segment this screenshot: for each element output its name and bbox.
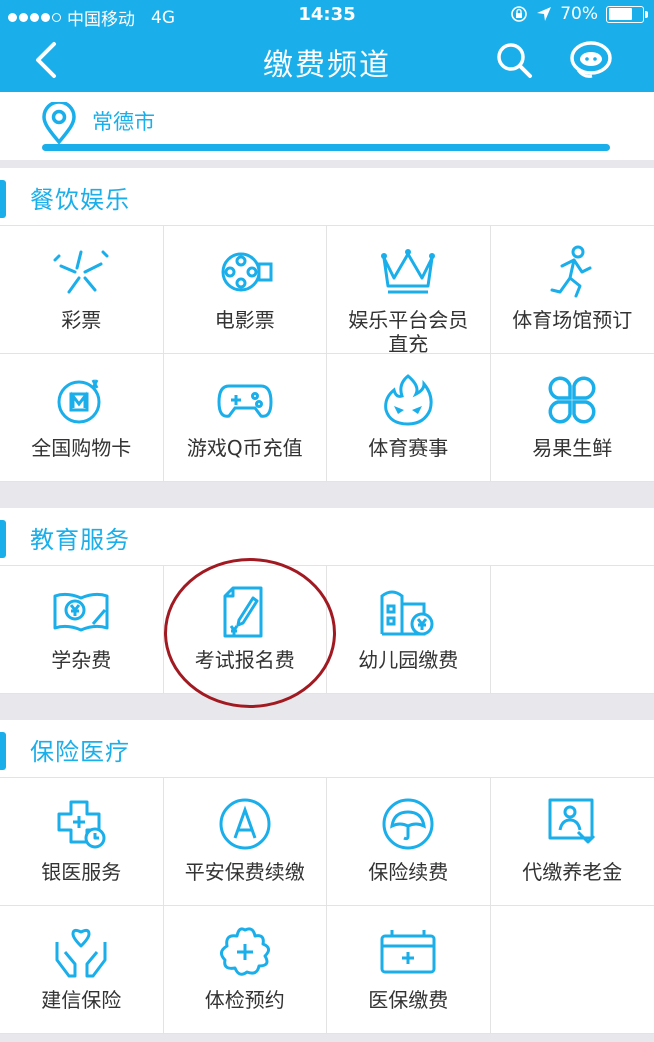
crown-icon xyxy=(381,249,436,294)
service-medical-insurance[interactable]: 医保缴费 xyxy=(327,906,491,1034)
status-bar: 中国移动 4G 14:35 70% xyxy=(0,0,654,30)
battery-percent: 70% xyxy=(560,4,598,24)
hands-heart-icon xyxy=(55,928,107,978)
section-dining-entertainment: 餐饮娱乐 彩票 电影票 娱乐平台会员直充 体育场馆预订 全国购物卡 游戏Q币充值 xyxy=(0,168,654,482)
section-title: 教育服务 xyxy=(30,526,130,554)
service-shopping-card[interactable]: 全国购物卡 xyxy=(0,354,164,482)
section-education: 教育服务 学杂费 考试报名费 幼儿园缴费 xyxy=(0,508,654,694)
service-ccb-insurance[interactable]: 建信保险 xyxy=(0,906,164,1034)
flame-mask-icon xyxy=(384,374,433,426)
section-title: 保险医疗 xyxy=(30,738,130,766)
location-bar[interactable]: 常德市 xyxy=(0,92,654,160)
section-insurance-medical: 保险医疗 银医服务 平安保费续缴 保险续费 代缴养老金 建信保险 体检预约 医保… xyxy=(0,720,654,1034)
service-entertainment-membership[interactable]: 娱乐平台会员直充 xyxy=(327,226,491,356)
empty-cell xyxy=(490,906,654,1034)
fruit-grid-icon xyxy=(548,376,596,424)
customer-service-icon[interactable] xyxy=(568,38,614,82)
shopping-card-icon xyxy=(57,379,101,424)
kindergarten-icon xyxy=(380,590,434,636)
service-movie-ticket[interactable]: 电影票 xyxy=(163,226,327,354)
pingan-a-icon xyxy=(219,798,271,850)
medical-kit-icon xyxy=(380,930,436,974)
service-lottery[interactable]: 彩票 xyxy=(0,226,164,354)
service-exam-fee[interactable]: 考试报名费 xyxy=(163,566,327,694)
film-reel-icon xyxy=(221,252,273,292)
battery-icon xyxy=(606,5,648,23)
pension-icon xyxy=(548,798,596,844)
city-name: 常德市 xyxy=(92,110,155,134)
health-check-icon xyxy=(219,927,270,976)
search-icon[interactable] xyxy=(494,40,534,80)
service-kindergarten[interactable]: 幼儿园缴费 xyxy=(327,566,491,694)
empty-cell xyxy=(490,566,654,694)
service-pension[interactable]: 代缴养老金 xyxy=(490,778,654,906)
service-fresh-fruit[interactable]: 易果生鲜 xyxy=(490,354,654,482)
navigation-bar: 缴费频道 xyxy=(0,30,654,92)
medical-cross-clock-icon xyxy=(57,800,106,849)
location-pin-icon xyxy=(42,102,76,144)
location-arrow-icon xyxy=(537,7,552,21)
page-title: 缴费频道 xyxy=(263,48,391,83)
gamepad-icon xyxy=(217,384,273,418)
service-health-check[interactable]: 体检预约 xyxy=(163,906,327,1034)
service-sports-events[interactable]: 体育赛事 xyxy=(327,354,491,482)
service-venue-booking[interactable]: 体育场馆预订 xyxy=(490,226,654,354)
orientation-lock-icon xyxy=(511,6,528,22)
section-title: 餐饮娱乐 xyxy=(30,186,130,214)
running-person-icon xyxy=(550,245,592,298)
app-header: 中国移动 4G 14:35 70% 缴费频道 xyxy=(0,0,654,92)
service-game-qcoin[interactable]: 游戏Q币充值 xyxy=(163,354,327,482)
umbrella-icon xyxy=(382,798,434,850)
book-yen-icon xyxy=(53,592,109,632)
service-pingan-renewal[interactable]: 平安保费续缴 xyxy=(163,778,327,906)
service-insurance-renewal[interactable]: 保险续费 xyxy=(327,778,491,906)
service-tuition[interactable]: 学杂费 xyxy=(0,566,164,694)
lottery-icon xyxy=(53,250,109,294)
service-bank-medical[interactable]: 银医服务 xyxy=(0,778,164,906)
exam-paper-icon xyxy=(223,586,263,638)
location-underline xyxy=(42,144,610,151)
